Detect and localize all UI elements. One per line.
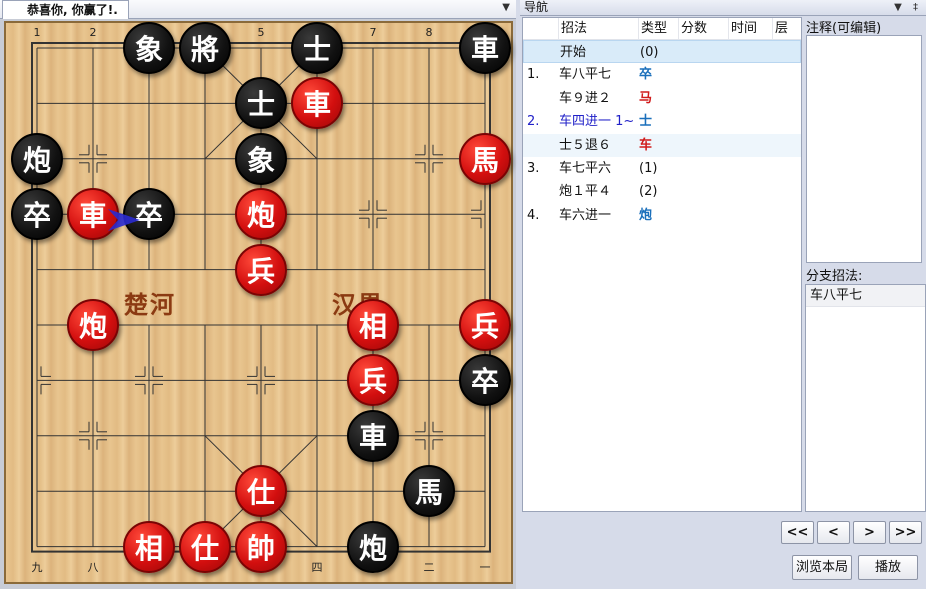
file-label-top: 1 xyxy=(33,26,41,39)
red-piece[interactable]: 兵 xyxy=(235,243,287,296)
move-type: (2) xyxy=(639,184,658,200)
move-number xyxy=(524,41,560,62)
nav-panel-title: 导航 xyxy=(524,0,549,14)
move-row[interactable]: 开始 (0) xyxy=(523,40,801,64)
move-number: 1. xyxy=(527,67,540,83)
last-move-button[interactable]: >> xyxy=(889,521,922,544)
next-move-button[interactable]: > xyxy=(853,521,886,544)
col-move[interactable]: 招法 xyxy=(559,18,639,39)
red-piece[interactable]: 帥 xyxy=(235,520,287,573)
black-piece[interactable]: 馬 xyxy=(403,465,455,518)
file-label-top: 8 xyxy=(425,26,433,39)
col-blank xyxy=(523,18,559,39)
move-list[interactable]: 招法 类型 分数 时间 层 开始 (0) 1. 车八平七 卒车９进２ 马 2. 车四进一 1~… xyxy=(522,17,802,512)
col-time[interactable]: 时间 xyxy=(729,18,773,39)
board-tab-bar: 恭喜你, 你赢了!. ▼ xyxy=(0,0,516,19)
move-type: 士 xyxy=(639,114,653,130)
move-number: 2. xyxy=(527,114,540,130)
file-label-top: 5 xyxy=(257,26,265,39)
black-piece[interactable]: 炮 xyxy=(347,520,399,573)
col-type[interactable]: 类型 xyxy=(639,18,679,39)
play-button[interactable]: 播放 xyxy=(858,555,918,580)
move-type: 马 xyxy=(639,90,653,106)
file-label-bottom: 八 xyxy=(87,561,99,574)
red-piece[interactable]: 車 xyxy=(291,77,343,130)
move-number: 4. xyxy=(527,207,540,223)
browse-game-button[interactable]: 浏览本局 xyxy=(792,555,852,580)
file-label-top: 7 xyxy=(369,26,377,39)
move-row[interactable]: 2. 车四进一 1~ 士 xyxy=(523,110,801,133)
red-piece[interactable]: 兵 xyxy=(347,354,399,407)
move-notation: 车９进２ xyxy=(559,90,612,106)
red-piece[interactable]: 兵 xyxy=(459,299,511,351)
move-notation: 车四进一 1~ xyxy=(559,114,635,130)
black-piece[interactable]: 象 xyxy=(123,22,175,74)
move-type: 卒 xyxy=(639,67,653,83)
move-row[interactable]: 车９进２ 马 xyxy=(523,87,801,110)
red-piece[interactable]: 仕 xyxy=(179,520,231,573)
black-piece[interactable]: 將 xyxy=(179,22,231,74)
branch-list[interactable]: 车八平七 xyxy=(805,284,926,512)
red-piece[interactable]: 相 xyxy=(347,299,399,351)
red-piece[interactable]: 相 xyxy=(123,520,175,573)
move-type: 炮 xyxy=(639,207,653,223)
move-notation: 开始 xyxy=(560,45,587,60)
black-piece[interactable]: 士 xyxy=(291,22,343,74)
move-number xyxy=(523,180,559,203)
move-number xyxy=(523,134,559,157)
branch-item[interactable]: 车八平七 xyxy=(806,285,925,307)
col-score[interactable]: 分数 xyxy=(679,18,729,39)
move-notation: 车七平六 xyxy=(559,160,612,176)
col-depth[interactable]: 层 xyxy=(773,18,801,39)
black-piece[interactable]: 卒 xyxy=(11,188,63,241)
move-type: (1) xyxy=(639,160,658,176)
move-notation: 炮１平４ xyxy=(559,184,612,200)
first-move-button[interactable]: << xyxy=(781,521,814,544)
move-number xyxy=(523,87,559,110)
file-label-bottom: 四 xyxy=(311,561,323,574)
branch-title: 分支招法: xyxy=(806,269,863,284)
black-piece[interactable]: 炮 xyxy=(11,132,63,185)
board-panel: 恭喜你, 你赢了!. ▼ 楚河 汉界 123456789九八七六五四三二一 象將… xyxy=(0,0,516,589)
red-piece[interactable]: 馬 xyxy=(459,132,511,185)
move-notation: 士５退６ xyxy=(559,137,612,153)
move-notation: 车八平七 xyxy=(559,67,612,83)
nav-panel-header: 导航 ▼ ‡ xyxy=(520,0,926,16)
black-piece[interactable]: 車 xyxy=(347,409,399,462)
board-tab-title[interactable]: 恭喜你, 你赢了!. xyxy=(2,0,129,19)
move-row[interactable]: 炮１平４ (2) xyxy=(523,180,801,203)
move-row[interactable]: 1. 车八平七 卒 xyxy=(523,63,801,86)
notes-editor[interactable] xyxy=(806,35,922,263)
panel-pin-icon[interactable]: ▼ ‡ xyxy=(894,0,922,15)
move-type: (0) xyxy=(640,45,659,60)
last-move-arrow-icon xyxy=(108,209,140,231)
move-row[interactable]: 士５退６ 车 xyxy=(523,133,801,157)
file-label-bottom: 一 xyxy=(479,561,491,574)
move-number: 3. xyxy=(527,160,540,176)
prev-move-button[interactable]: < xyxy=(817,521,850,544)
file-label-bottom: 二 xyxy=(423,561,435,574)
river-label-chu: 楚河 xyxy=(124,290,176,319)
red-piece[interactable]: 炮 xyxy=(67,299,119,351)
black-piece[interactable]: 卒 xyxy=(459,354,511,407)
move-type: 车 xyxy=(639,137,653,153)
file-label-bottom: 九 xyxy=(31,561,43,574)
black-piece[interactable]: 士 xyxy=(235,77,287,130)
red-piece[interactable]: 仕 xyxy=(235,465,287,518)
file-label-top: 2 xyxy=(89,26,97,39)
move-row[interactable]: 3. 车七平六 (1) xyxy=(523,157,801,180)
move-notation: 车六进一 xyxy=(559,207,612,223)
tab-menu-icon[interactable]: ▼ xyxy=(502,2,510,13)
xiangqi-board[interactable]: 楚河 汉界 123456789九八七六五四三二一 象將士車士車炮象馬卒車卒炮兵炮… xyxy=(4,21,513,584)
black-piece[interactable]: 象 xyxy=(235,132,287,185)
move-row[interactable]: 4. 车六进一 炮 xyxy=(523,204,801,227)
move-list-header: 招法 类型 分数 时间 层 xyxy=(523,18,801,40)
notes-title: 注释(可编辑) xyxy=(806,21,882,36)
red-piece[interactable]: 炮 xyxy=(235,188,287,241)
black-piece[interactable]: 車 xyxy=(459,22,511,74)
